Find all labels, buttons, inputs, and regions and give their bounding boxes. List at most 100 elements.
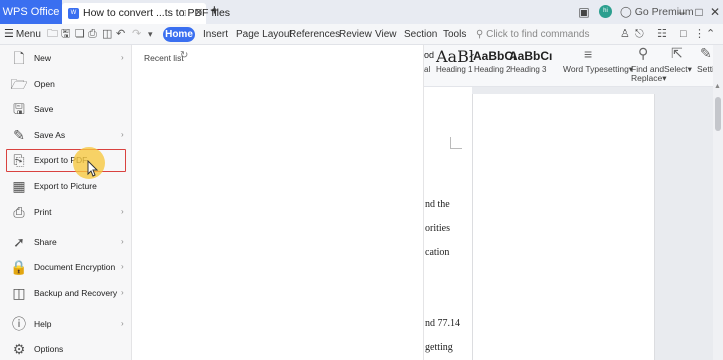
command-search[interactable]: ⚲ Click to find commands bbox=[476, 24, 589, 45]
gear-icon: ⚙ bbox=[12, 341, 26, 357]
chevron-right-icon: › bbox=[121, 288, 124, 297]
menu-item-label: Save As bbox=[34, 130, 66, 140]
command-search-placeholder: Click to find commands bbox=[486, 29, 590, 40]
ribbon-tab-row: ☰ Menu 🗀 🖫 ❏ ⎙ ◫ ↶ ↷ ▾ Home Insert Page L… bbox=[0, 24, 723, 45]
word-typesetting-icon: ≡ bbox=[584, 46, 593, 62]
folder-icon: 🗁 bbox=[10, 76, 28, 92]
doc-text-line: getting bbox=[425, 342, 453, 353]
print-quick-icon[interactable]: ⎙ bbox=[88, 24, 97, 45]
select-label: Select bbox=[664, 64, 688, 74]
window-layout-icon[interactable]: ▣ bbox=[577, 0, 591, 24]
save-as-icon: ✎ bbox=[13, 127, 25, 143]
share-top-icon[interactable]: ⎋ bbox=[635, 24, 644, 45]
tab-view[interactable]: View bbox=[375, 24, 397, 45]
menu-item-help[interactable]: ⓘ Help › bbox=[0, 312, 132, 336]
minimize-icon[interactable]: – bbox=[675, 0, 689, 24]
menu-item-save-as[interactable]: ✎ Save As › bbox=[0, 123, 132, 147]
find-and-replace-line2: Replace▾ bbox=[631, 73, 667, 83]
tab-references[interactable]: References bbox=[289, 24, 340, 45]
redo-icon[interactable]: ↷ bbox=[132, 24, 141, 45]
format-painter-icon[interactable]: ❏ bbox=[75, 24, 85, 45]
scroll-thumb[interactable] bbox=[715, 97, 721, 131]
comment-top-icon[interactable]: ☷ bbox=[657, 24, 667, 45]
menu-item-export-to-picture[interactable]: ▦ Export to Picture bbox=[0, 174, 132, 198]
menu-item-options[interactable]: ⚙ Options bbox=[0, 337, 132, 360]
chevron-right-icon: › bbox=[121, 262, 124, 271]
save-quick-icon[interactable]: 🖫 bbox=[61, 24, 70, 45]
scroll-up-icon[interactable]: ▲ bbox=[714, 83, 721, 90]
style-heading1-sample[interactable]: AaBł bbox=[436, 47, 474, 66]
style-heading3-caption: Heading 3 bbox=[510, 65, 547, 74]
style-heading2-caption: Heading 2 bbox=[474, 65, 511, 74]
menu-item-label: Save bbox=[34, 104, 54, 114]
menu-item-label: New bbox=[34, 53, 52, 63]
menu-item-document-encryption[interactable]: 🔒 Document Encryption › bbox=[0, 255, 132, 279]
doc-text-line: orities bbox=[425, 223, 450, 234]
hamburger-icon: ☰ bbox=[4, 28, 14, 40]
menu-item-label: Print bbox=[34, 207, 52, 217]
refresh-icon[interactable]: ↻ bbox=[180, 50, 188, 61]
tab-section[interactable]: Section bbox=[404, 24, 437, 45]
open-folder-icon[interactable]: 🗀 bbox=[47, 24, 58, 45]
tab-tools[interactable]: Tools bbox=[443, 24, 466, 45]
settings-icon: ✎ bbox=[700, 45, 712, 61]
chat-icon[interactable]: □ bbox=[680, 24, 687, 45]
wps-office-tab[interactable]: WPS Office bbox=[0, 0, 62, 24]
document-tab[interactable]: W How to convert ...ts to PDF files □ ✕ bbox=[62, 3, 230, 24]
style-normal-caption: al bbox=[424, 65, 431, 74]
tab-insert[interactable]: Insert bbox=[203, 24, 228, 45]
style-heading3-sample[interactable]: AaBbCı bbox=[509, 49, 552, 63]
search-icon: ⚲ bbox=[476, 29, 484, 40]
new-doc-icon: 🗋 bbox=[13, 50, 25, 66]
menu-item-label: Document Encryption bbox=[34, 262, 116, 272]
mouse-cursor-icon bbox=[87, 160, 99, 177]
recent-list-panel: Recent list ↻ bbox=[132, 45, 424, 360]
tab-page-layout[interactable]: Page Layout bbox=[236, 24, 292, 45]
vertical-scrollbar[interactable]: ▲ bbox=[713, 45, 723, 360]
menu-item-label: Options bbox=[34, 344, 64, 354]
undo-icon[interactable]: ↶ bbox=[116, 24, 125, 45]
backup-icon: ◫ bbox=[12, 285, 26, 301]
chevron-right-icon: › bbox=[121, 130, 124, 139]
recent-list-label: Recent list bbox=[144, 53, 184, 63]
new-tab-button[interactable]: + bbox=[210, 2, 219, 19]
menu-item-share[interactable]: ➚ Share › bbox=[0, 230, 132, 254]
doc-text-line: nd the bbox=[425, 199, 450, 210]
collaborate-icon[interactable]: ♙ bbox=[620, 24, 630, 45]
menu-button[interactable]: ☰ Menu bbox=[4, 26, 42, 43]
menu-item-label: Backup and Recovery bbox=[34, 288, 118, 298]
select-button[interactable]: Select▾ bbox=[664, 64, 692, 75]
word-typesetting-label: Word Typesetting bbox=[563, 64, 629, 74]
chevron-right-icon: › bbox=[121, 53, 124, 62]
style-normal-sample[interactable]: od bbox=[424, 50, 434, 60]
avatar[interactable]: hi bbox=[599, 5, 612, 18]
doc-text-line: nd 77.14 bbox=[425, 318, 460, 329]
menu-item-open[interactable]: 🗁 Open bbox=[0, 72, 132, 96]
tab-home[interactable]: Home bbox=[163, 27, 195, 42]
file-menu-panel: 🗋 New › 🗁 Open 🖫 Save ✎ Save As › ⎘ Expo… bbox=[0, 45, 132, 360]
print-preview-icon[interactable]: ◫ bbox=[102, 24, 112, 45]
chevron-right-icon: › bbox=[121, 319, 124, 328]
document-page[interactable] bbox=[472, 94, 655, 360]
collapse-ribbon-icon[interactable]: ⌃ bbox=[706, 24, 715, 45]
tab-review[interactable]: Review bbox=[339, 24, 372, 45]
save-icon: 🖫 bbox=[13, 101, 25, 117]
close-tab-icon[interactable]: ✕ bbox=[194, 3, 203, 24]
wps-window: WPS Office W How to convert ...ts to PDF… bbox=[0, 0, 723, 360]
menu-item-export-to-pdf[interactable]: ⎘ Export to PDF bbox=[0, 148, 132, 172]
maximize-icon[interactable]: □ bbox=[692, 0, 706, 24]
style-heading1-caption: Heading 1 bbox=[436, 65, 473, 74]
close-window-icon[interactable]: ✕ bbox=[708, 0, 722, 24]
menu-item-label: Open bbox=[34, 79, 55, 89]
tab-comment-icon[interactable]: □ bbox=[180, 3, 186, 24]
menu-item-new[interactable]: 🗋 New › bbox=[0, 46, 132, 70]
chevron-right-icon: › bbox=[121, 207, 124, 216]
menu-item-backup-and-recovery[interactable]: ◫ Backup and Recovery › bbox=[0, 281, 132, 305]
menu-item-save[interactable]: 🖫 Save bbox=[0, 97, 132, 121]
title-bar: WPS Office W How to convert ...ts to PDF… bbox=[0, 0, 723, 24]
menu-item-print[interactable]: ⎙ Print › bbox=[0, 200, 132, 224]
quick-access-dropdown-icon[interactable]: ▾ bbox=[148, 24, 153, 45]
premium-icon: ◯ bbox=[620, 6, 632, 18]
word-typesetting-button[interactable]: Word Typesetting▾ bbox=[563, 64, 633, 75]
more-options-icon[interactable]: ⋮ bbox=[694, 24, 705, 45]
